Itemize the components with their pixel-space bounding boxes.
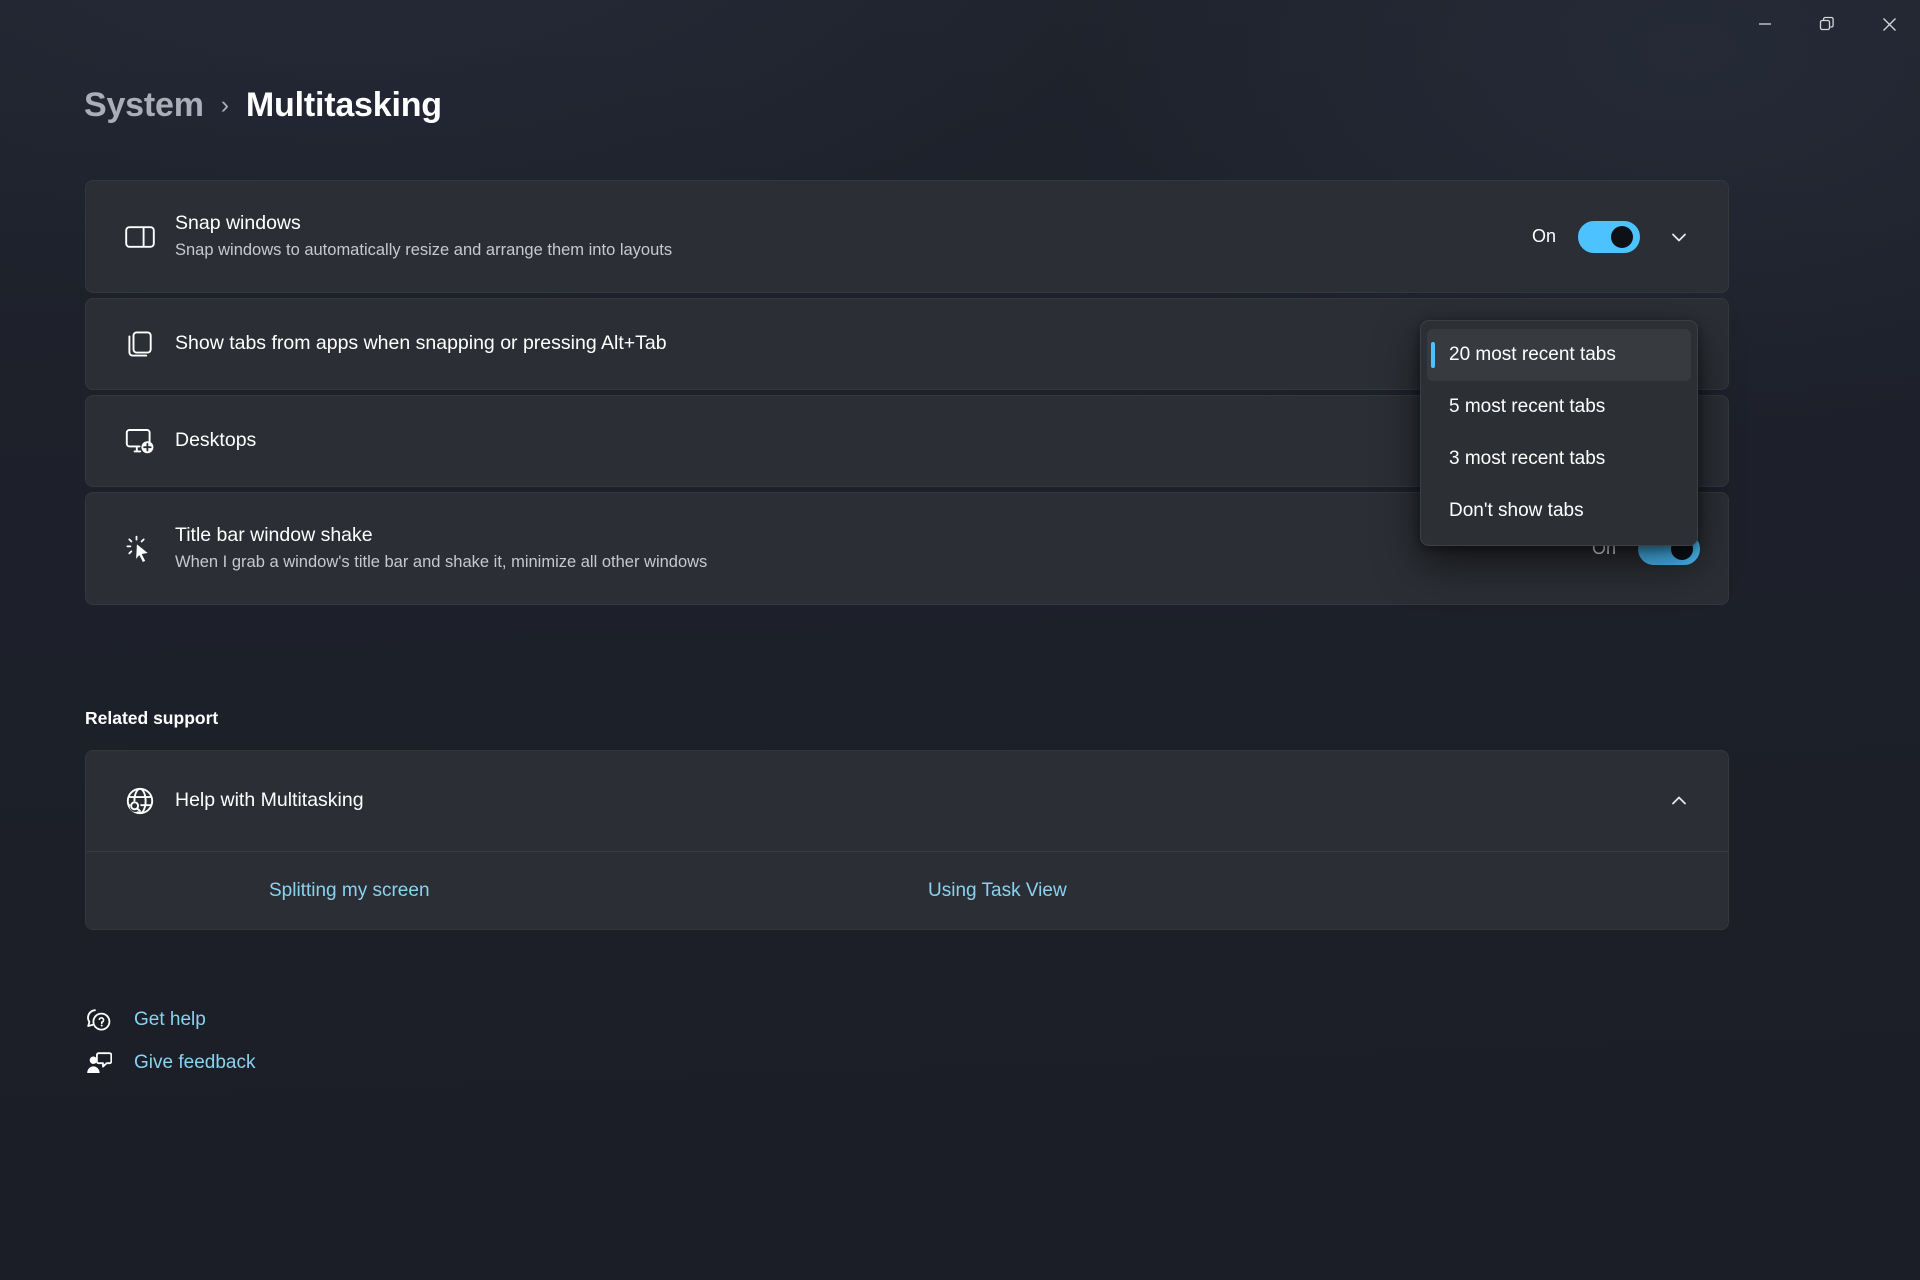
show-tabs-dropdown-flyout: 20 most recent tabs 5 most recent tabs 3…: [1420, 320, 1698, 546]
flyout-option-label: 3 most recent tabs: [1449, 448, 1606, 469]
snap-windows-state-label: On: [1531, 226, 1556, 246]
flyout-option-label: 5 most recent tabs: [1449, 396, 1606, 417]
chevron-up-icon: [1672, 796, 1686, 805]
snap-windows-toggle[interactable]: [1578, 220, 1640, 253]
setting-title: Show tabs from apps when snapping or pre…: [175, 332, 667, 355]
restore-button[interactable]: [1796, 0, 1858, 48]
get-help-link[interactable]: Get help: [84, 1008, 255, 1032]
setting-controls: On: [1532, 216, 1700, 258]
setting-row-snap-windows[interactable]: Snap windows Snap windows to automatical…: [85, 180, 1729, 293]
link-using-task-view[interactable]: Using Task View: [928, 880, 1067, 902]
breadcrumb-parent-link[interactable]: System: [84, 86, 204, 125]
help-expander-title: Help with Multitasking: [175, 789, 364, 812]
give-feedback-link[interactable]: Give feedback: [84, 1051, 255, 1075]
flyout-option-label: 20 most recent tabs: [1449, 344, 1616, 365]
stacked-windows-icon: [118, 330, 162, 358]
bottom-links: Get help Give feedback: [84, 1008, 255, 1075]
setting-title: Desktops: [175, 429, 257, 452]
setting-subtitle: Snap windows to automatically resize and…: [175, 240, 673, 259]
flyout-option-dont-show-tabs[interactable]: Don't show tabs: [1427, 485, 1691, 537]
setting-title: Title bar window shake: [175, 524, 373, 547]
flyout-option-20-most-recent-tabs[interactable]: 20 most recent tabs: [1427, 329, 1691, 381]
desktop-add-icon: [118, 427, 162, 455]
breadcrumb: System › Multitasking: [84, 86, 442, 125]
snap-layout-icon: [118, 224, 162, 250]
flyout-option-3-most-recent-tabs[interactable]: 3 most recent tabs: [1427, 433, 1691, 485]
flyout-option-label: Don't show tabs: [1449, 500, 1584, 521]
page-title: Multitasking: [245, 86, 442, 124]
get-help-label: Get help: [134, 1009, 206, 1030]
link-splitting-my-screen[interactable]: Splitting my screen: [269, 880, 430, 902]
close-button[interactable]: [1858, 0, 1920, 48]
breadcrumb-separator-icon: ›: [220, 91, 229, 119]
chevron-down-icon: [1672, 233, 1686, 241]
help-collapse-button[interactable]: [1658, 780, 1700, 822]
setting-title: Snap windows: [175, 212, 301, 235]
feedback-icon: [84, 1051, 114, 1075]
minimize-icon: [1759, 23, 1771, 25]
setting-subtitle: When I grab a window's title bar and sha…: [175, 552, 708, 571]
help-expander-header[interactable]: Help with Multitasking: [86, 751, 1728, 851]
restore-icon: [1819, 16, 1834, 31]
help-expander-controls: [1658, 780, 1700, 822]
get-help-icon: [84, 1008, 114, 1032]
close-icon: [1882, 17, 1896, 31]
flyout-option-5-most-recent-tabs[interactable]: 5 most recent tabs: [1427, 381, 1691, 433]
snap-windows-expander-button[interactable]: [1658, 216, 1700, 258]
help-expander-card: Help with Multitasking Splitting my scre…: [85, 750, 1729, 930]
toggle-knob: [1611, 225, 1633, 248]
minimize-button[interactable]: [1734, 0, 1796, 48]
window-shake-icon: [118, 534, 162, 564]
give-feedback-label: Give feedback: [134, 1052, 256, 1073]
related-support-heading: Related support: [85, 708, 219, 728]
globe-search-icon: [118, 786, 162, 816]
window-title-bar: [0, 0, 1920, 48]
help-links-row: Splitting my screen Using Task View: [86, 851, 1728, 929]
